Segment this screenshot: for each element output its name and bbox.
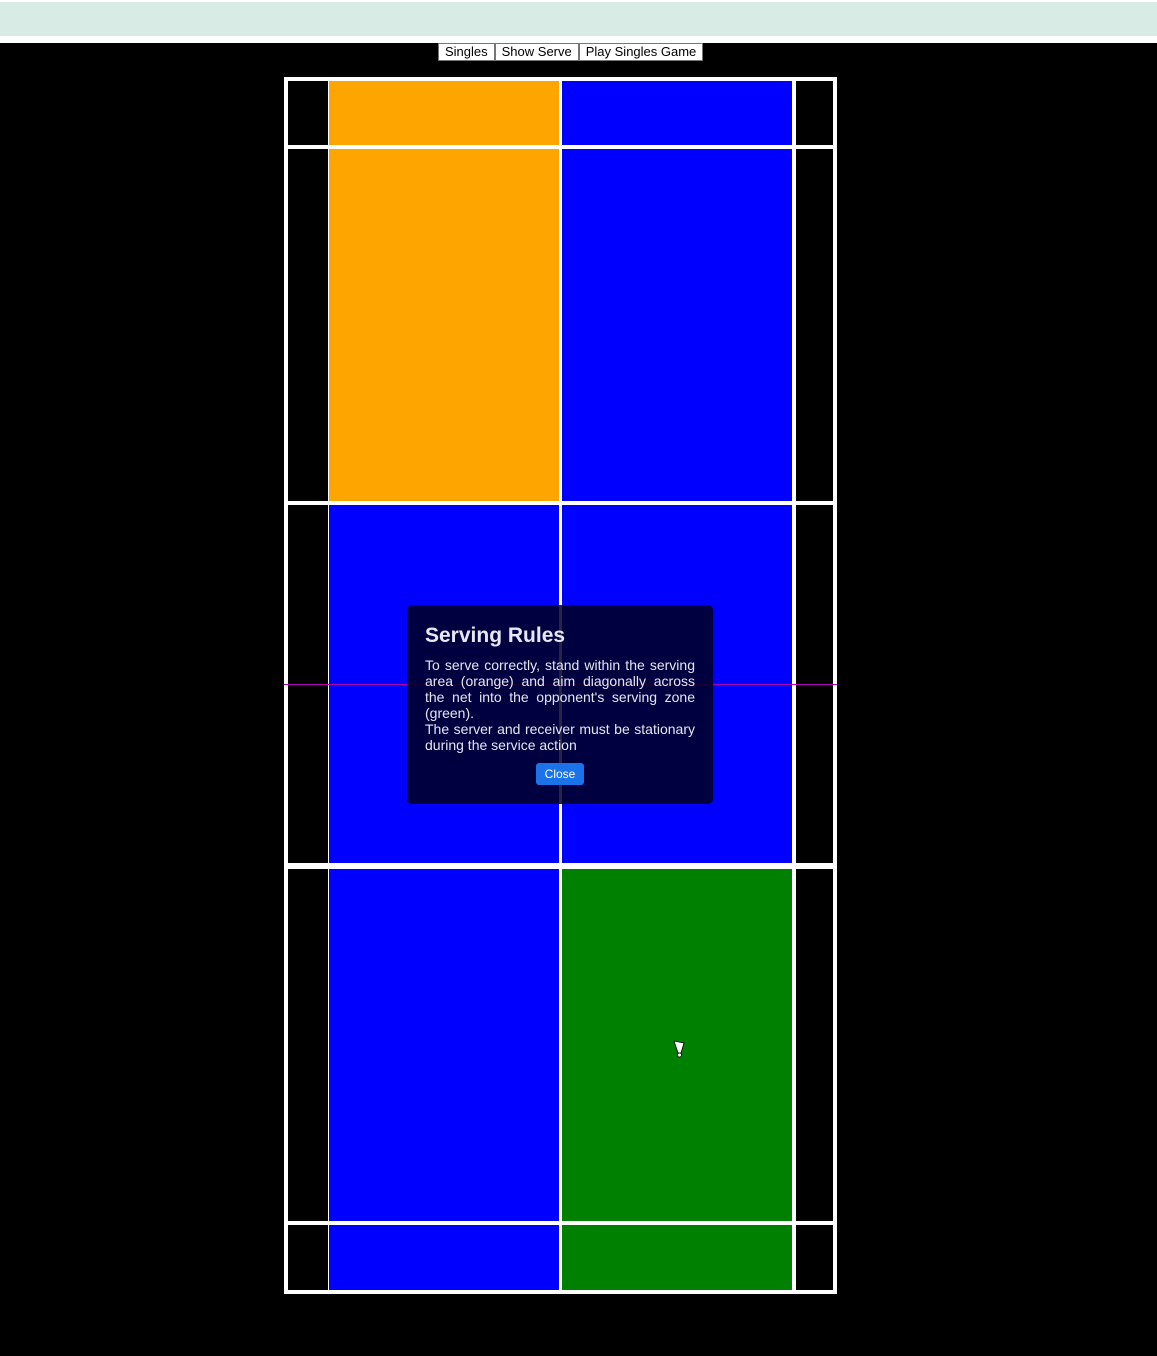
serving-rules-modal: Serving Rules To serve correctly, stand … [407,605,713,804]
modal-paragraph-2: The server and receiver must be stationa… [425,721,695,753]
court-cell-alley-r3-c0 [288,869,328,1221]
court-cell-alley-r4-c3 [796,1225,833,1290]
court-cell-alley-r1-c3 [796,149,833,501]
modal-title: Serving Rules [425,624,566,647]
singles-button[interactable]: Singles [438,43,495,61]
court-cell-alley-r4-c0 [288,1225,328,1290]
toolbar: Singles Show Serve Play Singles Game [438,43,704,61]
shuttlecock-icon[interactable] [672,1040,686,1058]
court-cell-serving-area-r1-c1 [329,149,559,501]
court-cell-neutral-zone-r1-c2 [562,149,792,501]
court-cell-alley-r1-c0 [288,149,328,501]
show-serve-button[interactable]: Show Serve [494,43,579,61]
top-banner-strip [0,2,1157,36]
court-cell-neutral-zone-r4-c1 [329,1225,559,1290]
play-singles-game-button[interactable]: Play Singles Game [578,43,704,61]
court-cell-alley-r0-c0 [288,81,328,145]
court-cell-serving-area-r0-c1 [329,81,559,145]
court-cell-neutral-zone-r3-c1 [329,869,559,1221]
top-banner [0,0,1157,43]
close-button[interactable]: Close [535,763,585,785]
court-cell-alley-r3-c3 [796,869,833,1221]
court-cell-target-zone-r4-c2 [562,1225,792,1290]
court-cell-alley-r0-c3 [796,81,833,145]
modal-paragraph-1: To serve correctly, stand within the ser… [425,657,695,721]
court-cell-neutral-zone-r0-c2 [562,81,792,145]
